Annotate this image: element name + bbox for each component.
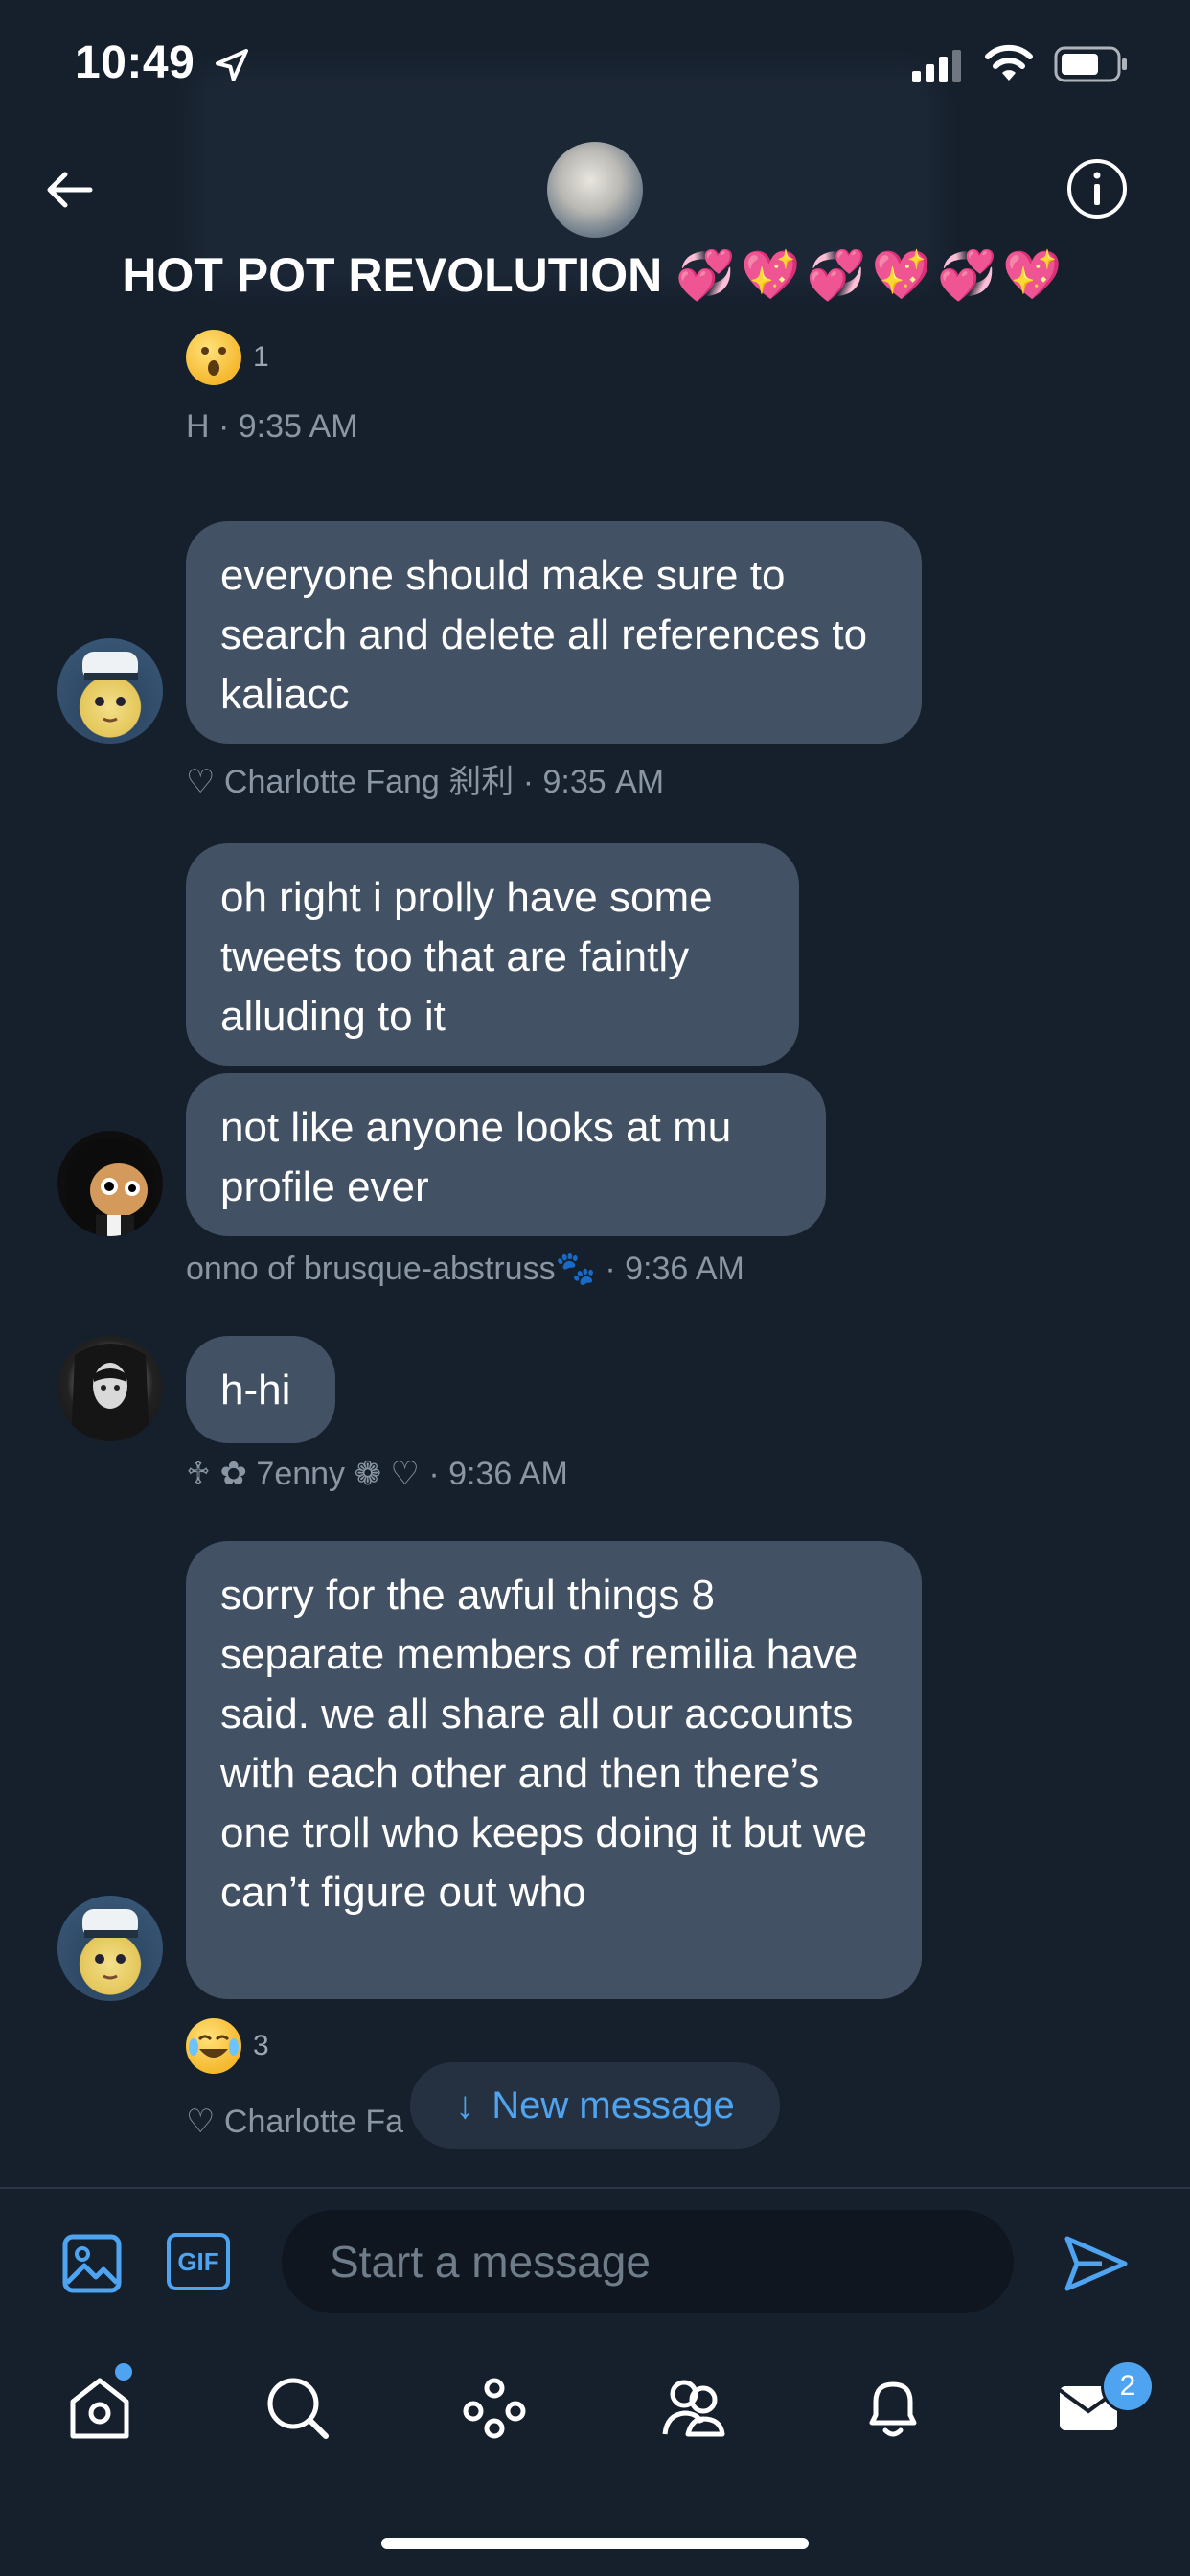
notifications-bell-icon[interactable] xyxy=(858,2373,927,2442)
messages-badge: 2 xyxy=(1101,2359,1155,2413)
title-emoji: 💞💖💞💖💞💖 xyxy=(675,247,1068,303)
reaction-count: 1 xyxy=(253,341,269,373)
message-meta: ♡ Charlotte Fa xyxy=(186,2104,404,2140)
avatar-charlotte-fang[interactable] xyxy=(57,1896,163,2001)
conversation-title[interactable]: HOT POT REVOLUTION 💞💖💞💖💞💖 xyxy=(0,247,1190,304)
avatar-onno[interactable] xyxy=(57,1131,163,1236)
location-arrow-icon xyxy=(216,49,248,81)
message-bubble[interactable]: everyone should make sure to search and … xyxy=(186,521,922,744)
reaction-count: 3 xyxy=(253,2030,269,2061)
reaction-laughing[interactable]: 3 xyxy=(186,2018,269,2074)
message-meta: onno of brusque-abstruss🐾 · 9:36 AM xyxy=(186,1251,744,1287)
avatar-charlotte-fang[interactable] xyxy=(57,638,163,744)
home-indicator[interactable] xyxy=(381,2538,809,2549)
spaces-icon[interactable] xyxy=(460,2373,529,2442)
avatar-7enny[interactable] xyxy=(57,1336,163,1441)
message-input[interactable] xyxy=(282,2210,1014,2313)
down-arrow-icon: ↓ xyxy=(455,2083,475,2127)
gif-button[interactable]: GIF xyxy=(167,2233,230,2290)
message-meta: H · 9:35 AM xyxy=(186,408,358,445)
message-meta: ♡ Charlotte Fang 刹利 · 9:35 AM xyxy=(186,764,665,800)
status-time: 10:49 xyxy=(75,37,195,88)
home-notification-dot xyxy=(115,2363,132,2380)
message-meta: ♱ ✿ 7enny ❁ ♡ · 9:36 AM xyxy=(186,1456,568,1492)
laughing-emoji-icon xyxy=(186,2018,241,2074)
back-arrow-icon[interactable] xyxy=(42,163,96,217)
info-icon[interactable] xyxy=(1065,157,1129,220)
home-icon[interactable] xyxy=(65,2373,134,2442)
new-message-button[interactable]: ↓ New message xyxy=(410,2062,780,2149)
group-avatar[interactable] xyxy=(547,142,643,238)
new-message-label: New message xyxy=(492,2083,735,2127)
search-icon[interactable] xyxy=(263,2373,332,2442)
communities-icon[interactable] xyxy=(659,2373,728,2442)
wifi-icon xyxy=(985,44,1033,80)
battery-icon xyxy=(1054,46,1127,82)
composer-divider xyxy=(0,2187,1190,2189)
surprised-emoji-icon xyxy=(186,330,241,385)
title-text: HOT POT REVOLUTION xyxy=(122,248,663,302)
message-bubble[interactable]: h-hi xyxy=(186,1336,335,1443)
image-icon[interactable] xyxy=(61,2233,123,2294)
send-icon[interactable] xyxy=(1064,2233,1129,2294)
message-bubble[interactable]: sorry for the awful things 8 separate me… xyxy=(186,1541,922,1999)
cellular-signal-icon xyxy=(912,50,961,82)
reaction-surprised[interactable]: 1 xyxy=(186,330,269,385)
message-bubble[interactable]: not like anyone looks at mu profile ever xyxy=(186,1073,826,1236)
message-bubble[interactable]: oh right i prolly have some tweets too t… xyxy=(186,843,799,1066)
